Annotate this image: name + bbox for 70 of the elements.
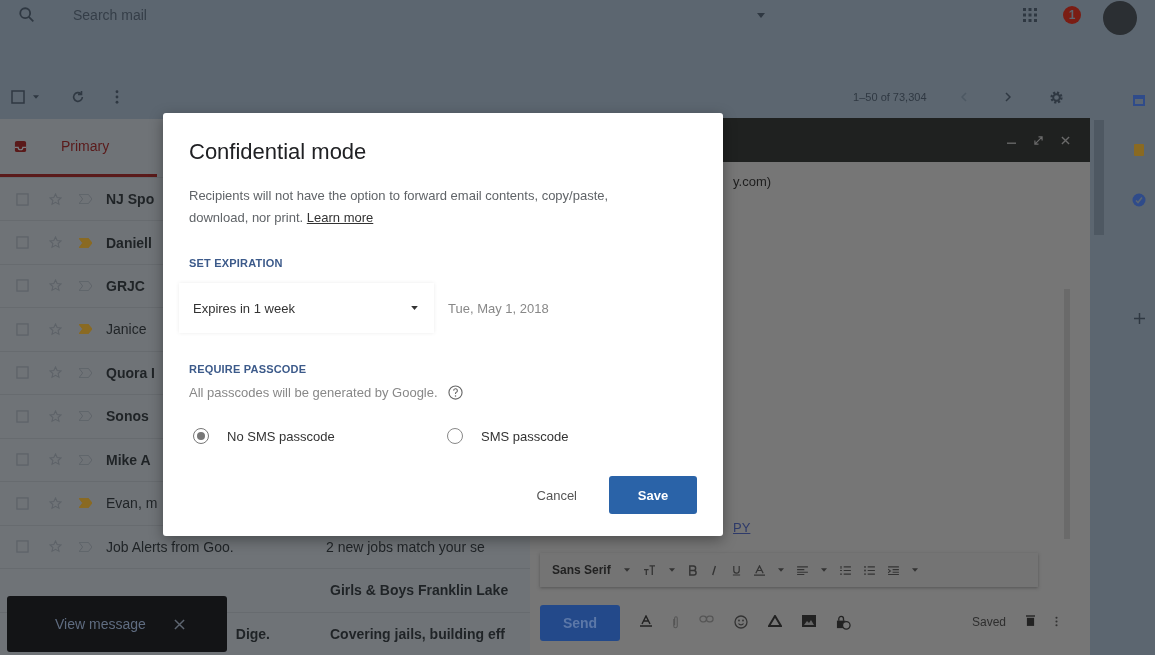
indent-icon[interactable] xyxy=(887,565,899,575)
radio-option[interactable]: SMS passcode xyxy=(443,428,697,444)
text-format-icon[interactable] xyxy=(640,615,652,627)
sender-name: NJ Spo xyxy=(106,191,155,208)
help-icon[interactable] xyxy=(447,385,463,400)
caret-icon[interactable] xyxy=(757,12,765,18)
sender-name: Janice xyxy=(106,321,147,338)
text-size-icon[interactable] xyxy=(642,564,656,576)
close-icon[interactable] xyxy=(173,618,185,630)
paperclip-icon[interactable] xyxy=(672,615,679,630)
saved-status: Saved xyxy=(971,615,1006,629)
section-heading: SET EXPIRATION xyxy=(189,257,284,269)
apps-grid-icon[interactable] xyxy=(1023,8,1037,22)
subject-text: Covering jails, building eff xyxy=(330,625,505,642)
emoji-icon[interactable] xyxy=(734,615,748,629)
section-heading: REQUIRE PASSCODE xyxy=(189,363,308,375)
sender-name: Dige. xyxy=(235,625,270,642)
learn-more-link[interactable]: Learn more xyxy=(306,210,374,225)
chevron-right-icon[interactable] xyxy=(1004,92,1011,103)
italic-icon[interactable] xyxy=(709,564,719,576)
sender-name: Sonos xyxy=(106,408,149,425)
importance-marker-icon[interactable] xyxy=(79,324,92,335)
photo-icon[interactable] xyxy=(802,615,816,627)
dialog-description: Recipients will not have the option to forward email contents, copy/paste, download, nor print. Learn more xyxy=(189,187,610,227)
passcode-hint: All passcodes will be generated by Google. xyxy=(189,385,438,400)
sender-name: Evan, m xyxy=(106,495,158,512)
bulleted-list-icon[interactable] xyxy=(863,565,875,575)
link-icon[interactable] xyxy=(699,615,714,623)
view-message-link[interactable]: View message xyxy=(55,616,146,632)
caret-icon xyxy=(411,306,418,310)
calendar-icon[interactable] xyxy=(1132,93,1147,107)
plus-icon[interactable] xyxy=(1133,313,1145,324)
lock-clock-icon[interactable] xyxy=(836,615,851,630)
underline-icon[interactable] xyxy=(731,564,741,576)
cancel-button[interactable]: Cancel xyxy=(530,486,583,504)
expiration-dropdown[interactable]: Expires in 1 week xyxy=(179,283,434,333)
bold-icon[interactable] xyxy=(687,564,697,576)
more-icon[interactable] xyxy=(1055,615,1058,628)
subject-text: Girls & Boys Franklin Lake xyxy=(330,582,509,599)
expiration-date: Tue, May 1, 2018 xyxy=(448,300,549,316)
sender-name: Daniell xyxy=(106,234,152,251)
avatar[interactable] xyxy=(1103,1,1137,35)
text-color-icon[interactable] xyxy=(753,564,765,576)
settings-icon[interactable] xyxy=(1048,89,1064,105)
checkbox-icon[interactable] xyxy=(11,90,25,105)
triangle-icon[interactable] xyxy=(768,615,782,627)
check-circle-icon[interactable] xyxy=(1132,193,1147,207)
inbox-icon xyxy=(14,139,27,153)
sender-name: Mike A xyxy=(106,451,151,468)
importance-marker-icon[interactable] xyxy=(79,237,92,248)
sender-name: Job Alerts from Goo. xyxy=(106,538,234,555)
numbered-list-icon[interactable] xyxy=(839,565,851,575)
subject-text: 2 new jobs match your se xyxy=(326,538,485,555)
radio-option[interactable]: No SMS passcode xyxy=(189,428,443,444)
sender-name: GRJC xyxy=(106,278,145,294)
more-icon[interactable] xyxy=(115,90,119,105)
caret-icon[interactable] xyxy=(33,95,39,100)
search-icon[interactable] xyxy=(18,6,36,24)
note-icon[interactable] xyxy=(1132,143,1147,157)
dialog-title: Confidential mode xyxy=(189,139,368,165)
refresh-icon[interactable] xyxy=(71,90,85,105)
sender-name: Quora I xyxy=(106,364,155,381)
align-icon[interactable] xyxy=(796,565,808,575)
importance-marker-icon[interactable] xyxy=(79,498,92,509)
expand-icon[interactable] xyxy=(1034,135,1043,145)
close-icon[interactable] xyxy=(1061,135,1070,145)
recipient-text: y.com) xyxy=(733,174,773,189)
font-dropdown[interactable]: Sans Serif xyxy=(552,563,611,577)
save-button[interactable]: Save xyxy=(609,476,697,514)
trash-icon[interactable] xyxy=(1026,615,1035,626)
